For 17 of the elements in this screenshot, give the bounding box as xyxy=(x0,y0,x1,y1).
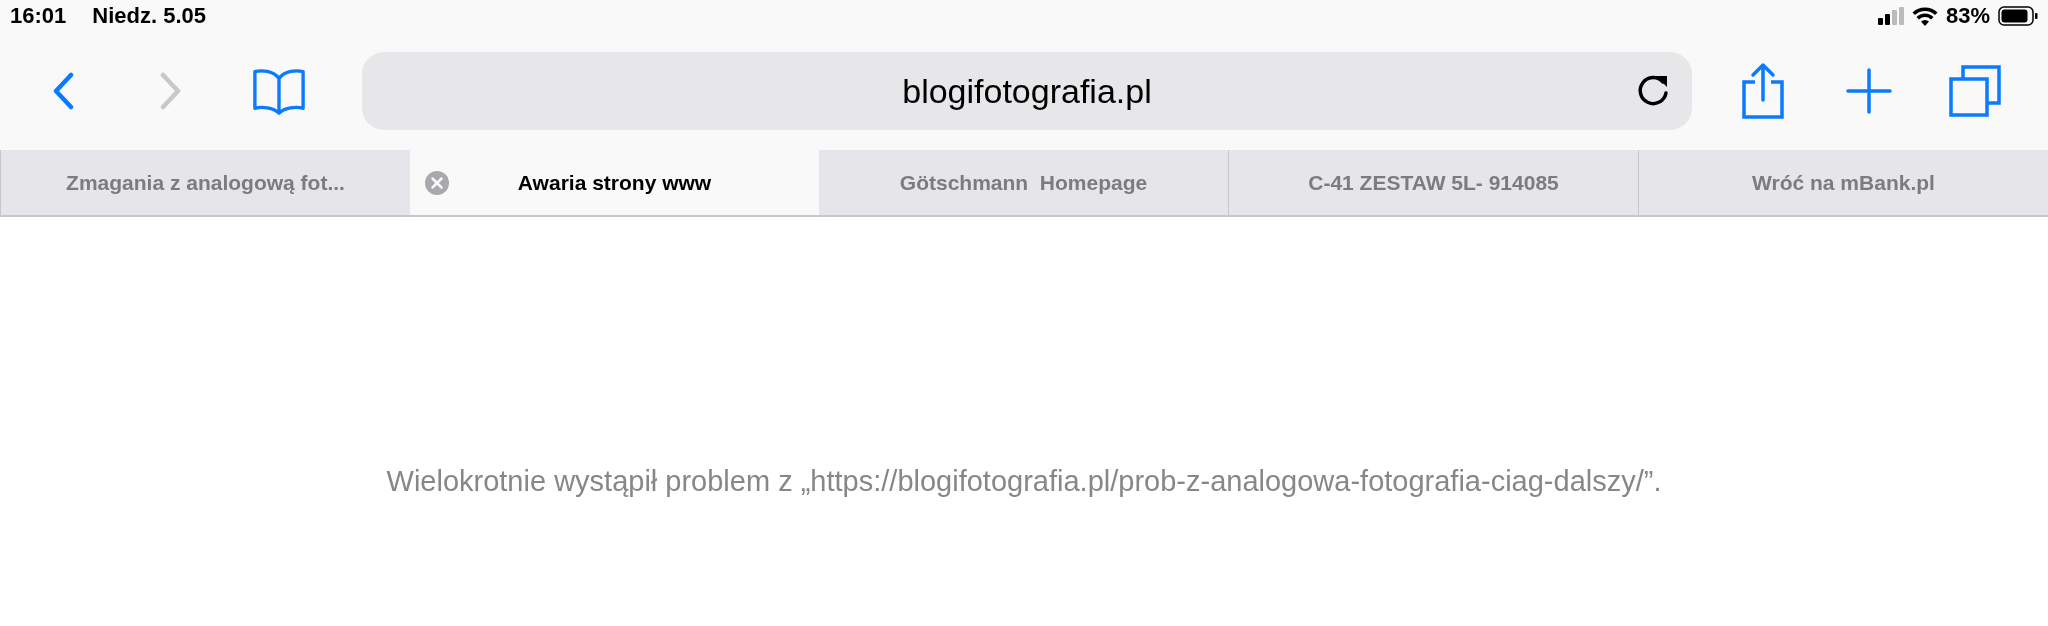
status-date: Niedz. 5.05 xyxy=(92,3,206,29)
browser-tab[interactable]: Awaria strony www xyxy=(410,150,819,215)
error-message: Wielokrotnie wystąpił problem z „https://blogifotografia.pl/prob-z-analogowa-fotografia-ciag-dalszy/”. xyxy=(386,465,1662,498)
plus-icon xyxy=(1846,68,1892,114)
tabs-icon xyxy=(1948,64,2002,118)
battery-percent: 83% xyxy=(1945,3,1990,29)
battery-icon xyxy=(1998,6,2038,26)
share-icon xyxy=(1741,62,1785,120)
wifi-icon xyxy=(1911,6,1938,26)
book-icon xyxy=(252,66,306,116)
address-text: blogifotografia.pl xyxy=(902,71,1152,111)
signal-icon xyxy=(1877,7,1904,25)
address-bar[interactable]: blogifotografia.pl xyxy=(362,52,1692,130)
close-icon[interactable] xyxy=(424,170,450,196)
forward-icon xyxy=(160,72,182,110)
back-icon xyxy=(52,72,74,110)
status-time: 16:01 xyxy=(10,3,67,29)
